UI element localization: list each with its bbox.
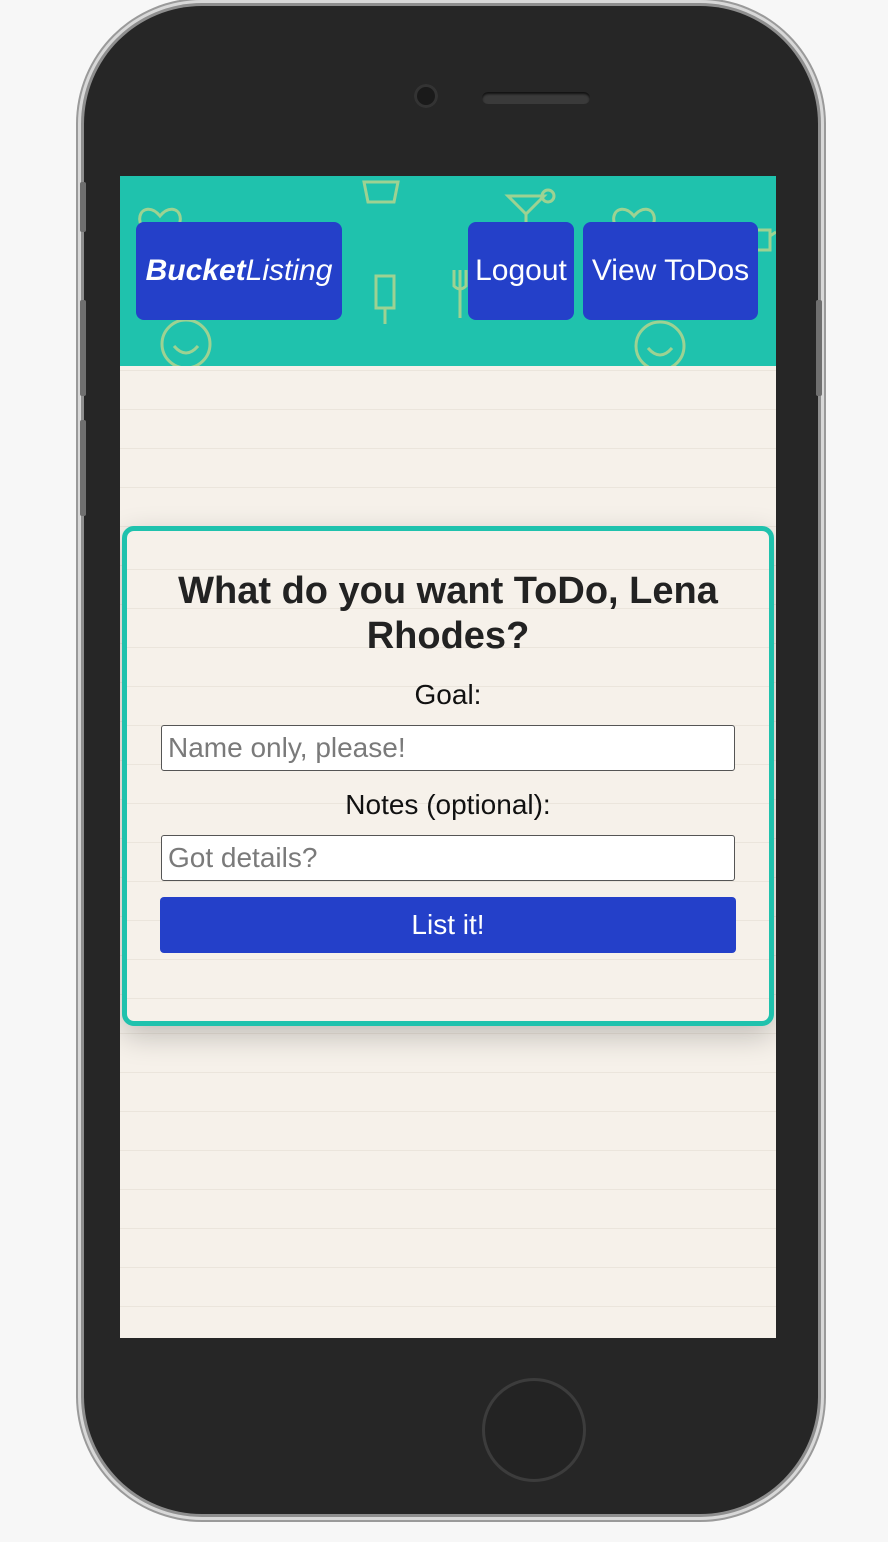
goal-input[interactable] (161, 725, 735, 771)
volume-up-button (80, 300, 86, 396)
home-button[interactable] (482, 1378, 586, 1482)
brand-logo-button[interactable]: Bucket Listing (136, 222, 342, 320)
fork-icon (452, 270, 468, 318)
smiley-icon (160, 318, 212, 366)
popsicle-icon (374, 274, 396, 324)
power-button (816, 300, 822, 396)
browser-viewport: Bucket Listing Logout View ToDos What do … (0, 0, 888, 1542)
form-title: What do you want ToDo, Lena Rhodes? (178, 570, 718, 657)
view-todos-button[interactable]: View ToDos (583, 222, 758, 320)
todo-form-card: What do you want ToDo, Lena Rhodes? Goal… (122, 526, 774, 1026)
volume-down-button (80, 420, 86, 516)
mute-switch (80, 182, 86, 232)
brand-italic-text: Listing (245, 254, 333, 287)
camera-icon (414, 84, 438, 108)
speaker-grille (482, 92, 590, 104)
goal-label: Goal: (414, 679, 482, 710)
ice-cream-icon (362, 180, 400, 204)
smiley-icon (634, 320, 686, 366)
brand-bold-text: Bucket (145, 254, 246, 287)
logout-button[interactable]: Logout (468, 222, 574, 320)
notes-label: Notes (optional): (345, 789, 551, 820)
list-it-button[interactable]: List it! (160, 897, 736, 953)
app-header: Bucket Listing Logout View ToDos (120, 176, 776, 366)
notes-input[interactable] (161, 835, 735, 881)
app-screen: Bucket Listing Logout View ToDos What do … (120, 176, 776, 1338)
